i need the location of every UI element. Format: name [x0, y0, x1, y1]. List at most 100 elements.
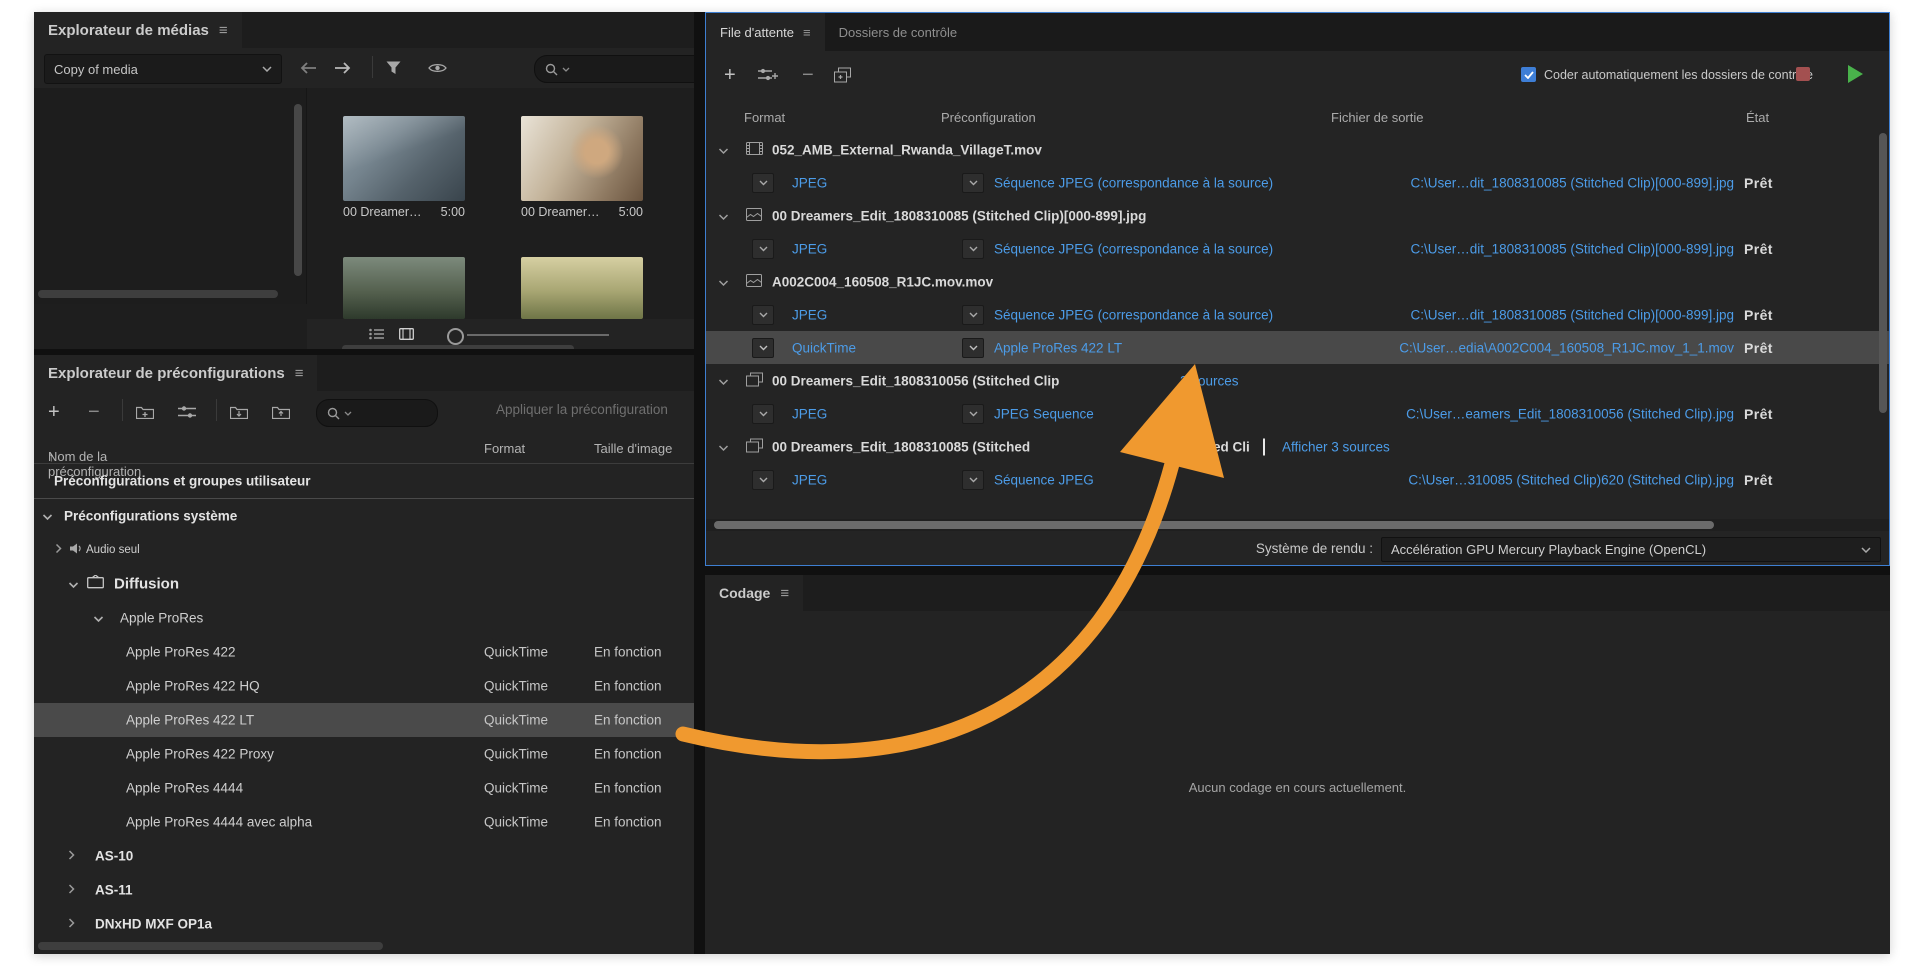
chevron-right-icon[interactable] [68, 849, 75, 864]
chevron-right-icon[interactable] [68, 917, 75, 932]
auto-encode-checkbox[interactable] [1521, 67, 1536, 82]
duplicate-icon[interactable] [834, 67, 851, 83]
media-folder-list[interactable] [34, 88, 307, 304]
preset-item[interactable]: Apple ProRes 422 Proxy QuickTime En fonc… [34, 737, 694, 771]
panel-menu-icon[interactable]: ≡ [803, 25, 811, 40]
output-file-link[interactable]: C:\User…dit_1808310085 (Stitched Clip)[0… [1266, 175, 1734, 190]
remove-icon[interactable]: − [802, 65, 814, 85]
preset-item-selected[interactable]: Apple ProRes 422 LT QuickTime En fonctio… [34, 703, 694, 737]
preset-search-input[interactable] [316, 399, 438, 427]
chevron-right-icon[interactable] [68, 883, 75, 898]
media-source-dropdown[interactable]: Copy of media [44, 54, 282, 84]
output-file-link[interactable]: C:\User…310085 (Stitched Clip)620 (Stitc… [1266, 472, 1734, 487]
format-dropdown[interactable] [752, 238, 774, 259]
output-file-link[interactable]: C:\User…edia\A002C004_160508_R1JC.mov_1_… [1266, 340, 1734, 355]
start-queue-button[interactable] [1848, 65, 1863, 83]
preset-group-broadcast[interactable]: Diffusion [34, 567, 694, 601]
new-group-icon[interactable] [136, 405, 154, 419]
add-source-icon[interactable]: + [724, 65, 736, 85]
output-format[interactable]: JPEG [792, 472, 827, 487]
ingest-settings-icon[interactable] [428, 62, 447, 75]
export-preset-icon[interactable] [272, 405, 290, 419]
horizontal-scrollbar[interactable] [38, 942, 383, 950]
preset-group-user[interactable]: Préconfigurations et groupes utilisateur [34, 464, 694, 499]
output-preset[interactable]: Séquence JPEG (correspondance à la sourc… [994, 175, 1273, 190]
preset-item[interactable]: Apple ProRes 422 QuickTime En fonction [34, 635, 694, 669]
show-sources-link[interactable]: Afficher 3 sources [1282, 439, 1390, 454]
show-sources-link[interactable]: 3 sources [1180, 373, 1239, 388]
queue-source-row[interactable]: 00 Dreamers_Edit_1808310085 (Stitched Cl… [706, 199, 1889, 232]
output-format[interactable]: QuickTime [792, 340, 856, 355]
panel-menu-icon[interactable]: ≡ [780, 585, 789, 602]
preset-dropdown[interactable] [962, 469, 984, 490]
vertical-scrollbar[interactable] [294, 104, 302, 276]
preset-group-dnxhd[interactable]: DNxHD MXF OP1a [34, 907, 694, 941]
preset-item[interactable]: Apple ProRes 4444 QuickTime En fonction [34, 771, 694, 805]
output-preset[interactable]: Séquence JPEG [994, 472, 1094, 487]
column-format[interactable]: Format [484, 441, 525, 456]
apply-preset-button[interactable]: Appliquer la préconfiguration [496, 402, 668, 417]
output-format[interactable]: JPEG [792, 241, 827, 256]
collapse-icon[interactable] [718, 274, 729, 289]
add-output-icon[interactable] [758, 67, 778, 83]
horizontal-scrollbar-thumb[interactable] [714, 521, 1714, 529]
chevron-down-icon[interactable] [93, 611, 104, 626]
output-preset[interactable]: Apple ProRes 422 LT [994, 340, 1122, 355]
preset-group-system[interactable]: Préconfigurations système [34, 499, 694, 533]
format-dropdown[interactable] [752, 304, 774, 325]
preset-item[interactable]: Apple ProRes 4444 avec alpha QuickTime E… [34, 805, 694, 839]
media-search-input[interactable] [534, 55, 694, 83]
preset-dropdown[interactable] [962, 403, 984, 424]
chevron-down-icon[interactable] [42, 509, 53, 524]
queue-source-row[interactable]: 00 Dreamers_Edit_1808310085 (Stitched (S… [706, 430, 1889, 463]
output-file-link[interactable]: C:\User…dit_1808310085 (Stitched Clip)[0… [1266, 307, 1734, 322]
preset-group-audio[interactable]: Audio seul [34, 533, 694, 567]
clip-thumbnail[interactable] [343, 257, 465, 319]
collapse-icon[interactable] [718, 208, 729, 223]
preset-group-as11[interactable]: AS-11 [34, 873, 694, 907]
preset-dropdown[interactable] [962, 172, 984, 193]
output-preset[interactable]: Séquence JPEG (correspondance à la sourc… [994, 241, 1273, 256]
queue-output-row[interactable]: JPEG Séquence JPEG (correspondance à la … [706, 232, 1889, 265]
horizontal-scrollbar-track[interactable] [706, 519, 1889, 531]
tab-watch-folders[interactable]: Dossiers de contrôle [825, 13, 972, 51]
output-format[interactable]: JPEG [792, 175, 827, 190]
create-preset-icon[interactable]: + [48, 402, 60, 422]
queue-output-row[interactable]: JPEG Séquence JPEG C:\User…310085 (Stitc… [706, 463, 1889, 496]
delete-preset-icon[interactable]: − [88, 402, 100, 422]
horizontal-scrollbar[interactable] [38, 290, 278, 298]
output-format[interactable]: JPEG [792, 406, 827, 421]
queue-source-row[interactable]: 00 Dreamers_Edit_1808310056 (Stitched Cl… [706, 364, 1889, 397]
preset-item[interactable]: Apple ProRes 422 HQ QuickTime En fonctio… [34, 669, 694, 703]
output-file-link[interactable]: C:\User…eamers_Edit_1808310056 (Stitched… [1266, 406, 1734, 421]
chevron-down-icon[interactable] [68, 576, 79, 593]
clip-thumbnail[interactable] [521, 116, 643, 201]
preset-group-as10[interactable]: AS-10 [34, 839, 694, 873]
back-icon[interactable] [300, 62, 317, 74]
media-browser-tab[interactable]: Explorateur de médias ≡ [34, 12, 242, 48]
forward-icon[interactable] [334, 62, 351, 74]
queue-source-row[interactable]: A002C004_160508_R1JC.mov.mov [706, 265, 1889, 298]
panel-menu-icon[interactable]: ≡ [295, 365, 304, 382]
format-dropdown[interactable] [752, 337, 774, 358]
zoom-slider-track[interactable] [467, 334, 609, 336]
format-dropdown[interactable] [752, 403, 774, 424]
preset-settings-icon[interactable] [178, 405, 196, 419]
output-file-link[interactable]: C:\User…dit_1808310085 (Stitched Clip)[0… [1266, 241, 1734, 256]
queue-output-row[interactable]: JPEG Séquence JPEG (correspondance à la … [706, 166, 1889, 199]
output-format[interactable]: JPEG [792, 307, 827, 322]
queue-output-row[interactable]: JPEG Séquence JPEG (correspondance à la … [706, 298, 1889, 331]
filter-icon[interactable] [386, 61, 401, 75]
queue-output-row[interactable]: JPEG JPEG Sequence C:\User…eamers_Edit_1… [706, 397, 1889, 430]
list-view-icon[interactable] [369, 328, 384, 340]
preset-browser-tab[interactable]: Explorateur de préconfigurations ≡ [34, 355, 318, 391]
collapse-icon[interactable] [718, 439, 729, 454]
format-dropdown[interactable] [752, 172, 774, 193]
clip-thumbnail[interactable] [343, 116, 465, 201]
preset-dropdown[interactable] [962, 337, 984, 358]
queue-source-row[interactable]: 052_AMB_External_Rwanda_VillageT.mov [706, 133, 1889, 166]
preset-dropdown[interactable] [962, 304, 984, 325]
chevron-right-icon[interactable] [55, 543, 62, 557]
collapse-icon[interactable] [718, 373, 729, 388]
preset-group-apple-prores[interactable]: Apple ProRes [34, 601, 694, 635]
